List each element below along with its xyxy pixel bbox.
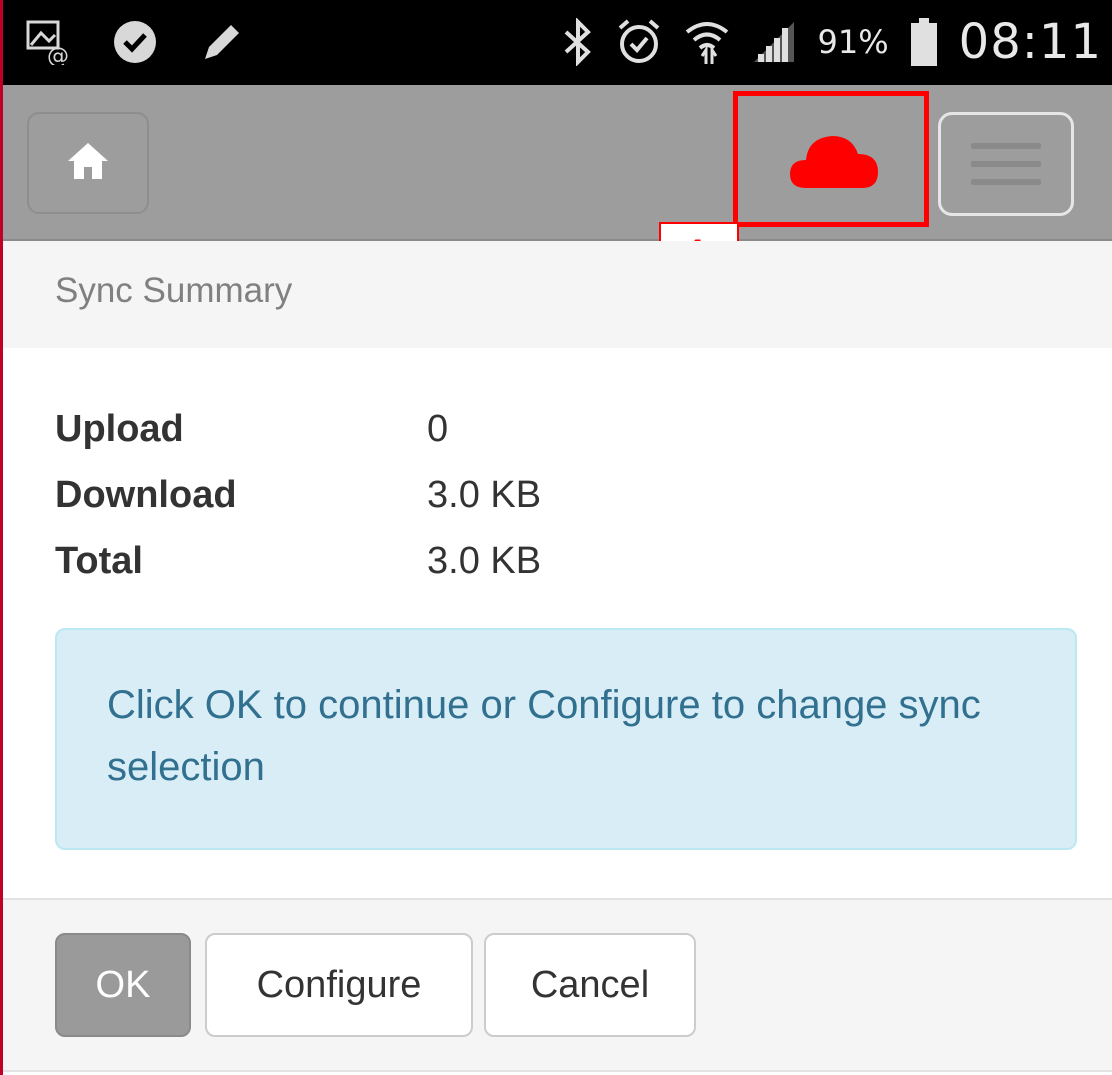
stat-row-total: Total 3.0 KB	[55, 528, 541, 594]
hamburger-bar	[971, 179, 1041, 185]
stat-label: Download	[55, 473, 237, 516]
hamburger-menu-icon	[971, 143, 1041, 149]
summary-header: Sync Summary	[3, 241, 1112, 348]
pencil-icon	[199, 19, 245, 65]
stat-row-download: Download 3.0 KB	[55, 462, 541, 528]
home-icon	[66, 141, 110, 185]
stat-value: 3.0 KB	[427, 473, 542, 516]
sync-stats: Upload 0 Download 3.0 KB Total 3.0 KB	[55, 396, 541, 594]
annotation-highlight-box	[733, 91, 929, 227]
hamburger-bar	[971, 161, 1041, 167]
signal-icon	[752, 20, 796, 64]
configure-button[interactable]: Configure	[205, 933, 473, 1037]
dialog-footer: OK Configure Cancel	[3, 898, 1112, 1072]
bluetooth-icon	[562, 18, 594, 66]
cancel-button[interactable]: Cancel	[484, 933, 696, 1037]
stat-label: Upload	[55, 407, 184, 450]
home-button[interactable]	[27, 112, 149, 214]
status-bar: @ 91% 08:11	[3, 0, 1112, 85]
status-right-icons: 91% 08:11	[562, 10, 1102, 74]
battery-percent: 91%	[817, 23, 889, 61]
battery-icon	[910, 18, 937, 66]
screenshot-email-icon: @	[25, 19, 71, 65]
wifi-icon	[684, 18, 730, 66]
stat-value: 3.0 KB	[427, 539, 542, 582]
status-left-icons: @	[25, 14, 245, 70]
info-alert: Click OK to continue or Configure to cha…	[55, 628, 1077, 850]
ok-button[interactable]: OK	[55, 933, 191, 1037]
info-message: Click OK to continue or Configure to cha…	[107, 683, 981, 789]
alarm-icon	[616, 18, 662, 66]
svg-text:@: @	[47, 44, 69, 65]
stat-row-upload: Upload 0	[55, 396, 541, 462]
status-clock: 08:11	[958, 14, 1102, 70]
skype-check-icon	[111, 18, 159, 66]
stat-value: 0	[427, 407, 449, 450]
app-toolbar	[3, 85, 1112, 241]
page-title: Sync Summary	[55, 271, 293, 310]
menu-button[interactable]	[938, 112, 1074, 216]
stat-label: Total	[55, 539, 143, 582]
